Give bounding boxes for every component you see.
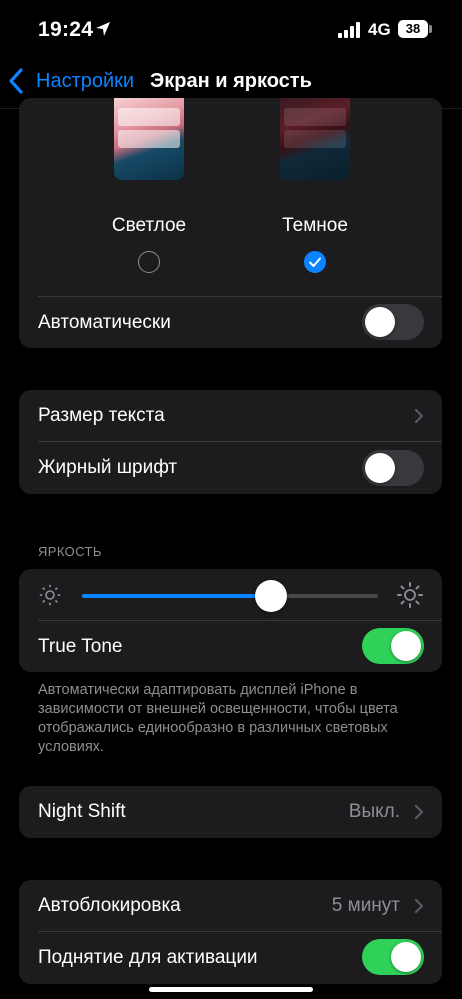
- auto-lock-value: 5 минут: [331, 895, 400, 916]
- brightness-slider-row: [19, 569, 442, 621]
- appearance-card: Светлое Темное Автоматически: [19, 98, 442, 348]
- brightness-card: True Tone: [19, 569, 442, 672]
- chevron-right-icon: [414, 804, 424, 820]
- battery-level: 38: [405, 21, 421, 36]
- auto-lock-row[interactable]: Автоблокировка 5 минут: [19, 880, 442, 932]
- status-bar: 19:24 4G 38: [0, 0, 462, 60]
- brightness-header: ЯРКОСТЬ: [38, 544, 102, 559]
- auto-appearance-toggle[interactable]: [362, 304, 424, 340]
- toggle-knob: [391, 631, 421, 661]
- brightness-slider-fill: [82, 594, 272, 598]
- bold-text-label: Жирный шрифт: [38, 457, 178, 478]
- toggle-knob: [391, 942, 421, 972]
- night-shift-value: Выкл.: [348, 801, 400, 822]
- light-mode-radio[interactable]: [138, 251, 160, 273]
- bold-text-toggle[interactable]: [362, 450, 424, 486]
- page-title: Экран и яркость: [150, 70, 312, 92]
- back-chevron-icon[interactable]: [6, 66, 28, 96]
- checkmark-icon: [308, 257, 321, 267]
- text-settings-card: Размер текста Жирный шрифт: [19, 390, 442, 494]
- toggle-knob: [365, 307, 395, 337]
- home-indicator[interactable]: [149, 987, 313, 992]
- brightness-slider-thumb[interactable]: [255, 580, 288, 612]
- true-tone-description: Автоматически адаптировать дисплей iPhon…: [38, 682, 398, 755]
- night-shift-label: Night Shift: [38, 801, 126, 822]
- toggle-knob: [365, 453, 395, 483]
- light-mode-label: Светлое: [111, 215, 187, 236]
- brightness-low-icon: [39, 584, 61, 606]
- battery-icon: 38: [398, 20, 428, 38]
- back-button[interactable]: Настройки: [36, 70, 134, 93]
- text-size-row[interactable]: Размер текста: [19, 390, 442, 442]
- cellular-signal-icon: [338, 22, 362, 38]
- lock-settings-card: Автоблокировка 5 минут Поднятие для акти…: [19, 880, 442, 984]
- true-tone-row: True Tone: [19, 621, 442, 672]
- auto-appearance-row: Автоматически: [19, 297, 442, 348]
- night-shift-row[interactable]: Night Shift Выкл.: [19, 786, 442, 838]
- battery-tip: [429, 25, 432, 33]
- chevron-right-icon: [414, 898, 424, 914]
- dark-mode-preview[interactable]: [280, 98, 350, 180]
- auto-lock-label: Автоблокировка: [38, 895, 181, 916]
- raise-to-wake-toggle[interactable]: [362, 939, 424, 975]
- raise-to-wake-row: Поднятие для активации: [19, 932, 442, 984]
- location-arrow-icon: [96, 22, 110, 36]
- chevron-right-icon: [414, 408, 424, 424]
- status-time: 19:24: [38, 18, 94, 41]
- brightness-slider[interactable]: [82, 580, 378, 612]
- network-type: 4G: [368, 20, 391, 39]
- night-shift-card: Night Shift Выкл.: [19, 786, 442, 838]
- dark-mode-label: Темное: [282, 215, 348, 236]
- light-mode-preview[interactable]: [114, 98, 184, 180]
- bold-text-row: Жирный шрифт: [19, 442, 442, 494]
- text-size-label: Размер текста: [38, 405, 165, 426]
- brightness-high-icon: [397, 582, 423, 608]
- raise-to-wake-label: Поднятие для активации: [38, 947, 258, 968]
- true-tone-toggle[interactable]: [362, 628, 424, 664]
- true-tone-label: True Tone: [38, 636, 123, 657]
- auto-appearance-label: Автоматически: [38, 312, 171, 333]
- dark-mode-radio[interactable]: [304, 251, 326, 273]
